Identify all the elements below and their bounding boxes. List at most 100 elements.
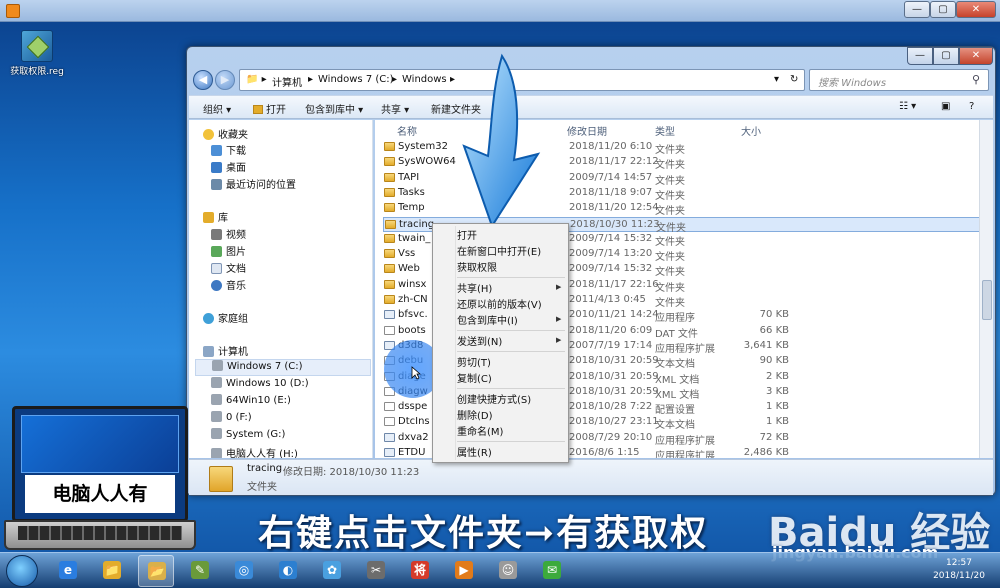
taskbar-app-button[interactable]: 📂 [138,555,174,587]
context-menu-item[interactable]: 发送到(N) [457,333,502,348]
forward-arrow-icon[interactable]: ▶ [215,70,235,90]
nav-label: 家庭组 [218,314,248,325]
organize-menu[interactable]: 组织 ▾ [203,101,231,116]
file-name: TAPI [398,171,420,183]
nav-drive-c[interactable]: Windows 7 (C:) [195,359,371,376]
share-menu[interactable]: 共享 ▾ [381,101,409,116]
nav-documents[interactable]: 文档 [211,260,246,277]
search-icon[interactable]: ⚲ [972,73,980,86]
taskbar-app-button[interactable]: 📁 [94,555,130,587]
reg-file-icon [21,30,53,62]
player-maximize-button[interactable]: ▢ [930,1,956,18]
vertical-scrollbar[interactable] [979,120,993,458]
scrollbar-thumb[interactable] [982,280,992,320]
include-in-library-menu[interactable]: 包含到库中 ▾ [305,101,363,116]
back-arrow-icon[interactable]: ◀ [193,70,213,90]
taskbar-app-button[interactable]: ◎ [226,555,262,587]
nav-drive-e[interactable]: 64Win10 (E:) [211,394,291,411]
help-icon[interactable]: ? [969,101,974,112]
media-center-icon: ◎ [235,561,253,579]
file-type: 文件夹 [655,267,685,279]
context-menu-item[interactable]: 还原以前的版本(V) [457,296,542,311]
context-menu-item[interactable]: 剪切(T) [457,354,491,369]
file-name: bfsvc. [398,309,428,321]
taskbar-app-button[interactable]: ◐ [270,555,306,587]
taskbar-app-button[interactable]: ✎ [182,555,218,587]
nav-drive-d[interactable]: Windows 10 (D:) [211,377,309,394]
taskbar-app-button[interactable]: 将 [402,555,438,587]
context-menu-item[interactable]: 属性(R) [457,444,492,459]
nav-drive-g[interactable]: System (G:) [211,428,285,445]
nav-drive-h[interactable]: 电脑人人有 (H:) [211,445,298,458]
file-date: 2009/7/14 15:32 [569,263,653,275]
start-button[interactable] [6,555,38,587]
folder-icon [384,187,395,197]
file-date: 2008/7/29 20:10 [569,431,653,443]
submenu-arrow-icon: ▶ [556,336,562,344]
taskbar-app-button[interactable]: ✉ [534,555,570,587]
file-type: 应用程序扩展 [655,435,715,447]
player-minimize-button[interactable]: — [904,1,930,18]
desktop-icon-reg-file[interactable]: 获取权限.reg [10,30,64,77]
wechat-icon: ✉ [543,561,561,579]
column-header-name[interactable]: 名称 [397,123,417,138]
nav-drive-f[interactable]: 0 (F:) [211,411,252,428]
folder-icon [385,219,396,229]
menu-separator [457,351,565,352]
address-dropdown-icon[interactable]: ▾ [774,74,779,85]
context-menu-item[interactable]: 打开 [457,227,477,242]
nav-libraries[interactable]: 库 [203,209,228,226]
context-menu-item[interactable]: 复制(C) [457,370,492,385]
view-options-icon[interactable]: ☷ ▾ [899,101,916,112]
context-menu-item[interactable]: 获取权限 [457,259,497,274]
nav-downloads[interactable]: 下载 [211,142,246,159]
refresh-icon[interactable]: ↻ [790,74,798,85]
nav-videos[interactable]: 视频 [211,226,246,243]
system-clock[interactable]: 12:57 2018/11/20 [924,557,994,583]
nav-desktop[interactable]: 桌面 [211,159,246,176]
breadcrumb-computer[interactable]: 计算机 [272,74,302,89]
player-close-button[interactable]: ✕ [956,1,996,18]
context-menu-item[interactable]: 创建快捷方式(S) [457,391,531,406]
taskbar-app-button[interactable]: ☺ [490,555,526,587]
nav-label: 最近访问的位置 [226,180,296,191]
nav-label: 库 [218,213,228,224]
file-date: 2018/10/27 23:11 [569,416,659,428]
maximize-button[interactable]: ▢ [933,47,959,65]
open-button[interactable]: 打开 [253,101,286,116]
minimize-button[interactable]: — [907,47,933,65]
nav-music[interactable]: 音乐 [211,277,246,294]
computer-icon [203,346,214,357]
file-name: DtcIns [398,416,430,428]
taskbar-app-button[interactable]: ▶ [446,555,482,587]
context-menu-item[interactable]: 共享(H) [457,280,492,295]
music-icon [211,280,222,291]
clock-date: 2018/11/20 [933,571,985,581]
nav-computer[interactable]: 计算机 [203,343,248,360]
close-button[interactable]: ✕ [959,47,993,65]
context-menu-item[interactable]: 在新窗口中打开(E) [457,243,541,258]
file-size: 3,641 KB [743,339,789,351]
context-menu-item[interactable]: 包含到库中(I) [457,312,518,327]
context-menu-item[interactable]: 删除(D) [457,407,493,422]
file-icon [384,325,395,335]
nav-homegroup[interactable]: 家庭组 [203,310,248,327]
context-menu-item[interactable]: 重命名(M) [457,423,503,438]
nav-favorites[interactable]: 收藏夹 [203,126,248,143]
preview-pane-icon[interactable]: ▣ [941,101,950,112]
command-bar: 组织 ▾ 打开 包含到库中 ▾ 共享 ▾ 新建文件夹 ☷ ▾ ▣ ? [189,95,993,119]
column-header-type[interactable]: 类型 [655,123,675,138]
folder-icon [384,249,395,259]
search-box[interactable]: 搜索 Windows ⚲ [809,69,989,91]
document-icon [211,263,222,274]
drive-icon [211,377,222,388]
player-app-icon [6,4,20,18]
search-input[interactable]: 搜索 Windows [818,74,886,89]
breadcrumb-drive[interactable]: Windows 7 (C:) [318,74,394,85]
nav-pictures[interactable]: 图片 [211,243,246,260]
taskbar-app-button[interactable]: ✂ [358,555,394,587]
taskbar-app-button[interactable]: ✿ [314,555,350,587]
taskbar-app-button[interactable]: e [50,555,86,587]
nav-recent-places[interactable]: 最近访问的位置 [211,176,296,193]
column-header-size[interactable]: 大小 [741,123,761,138]
